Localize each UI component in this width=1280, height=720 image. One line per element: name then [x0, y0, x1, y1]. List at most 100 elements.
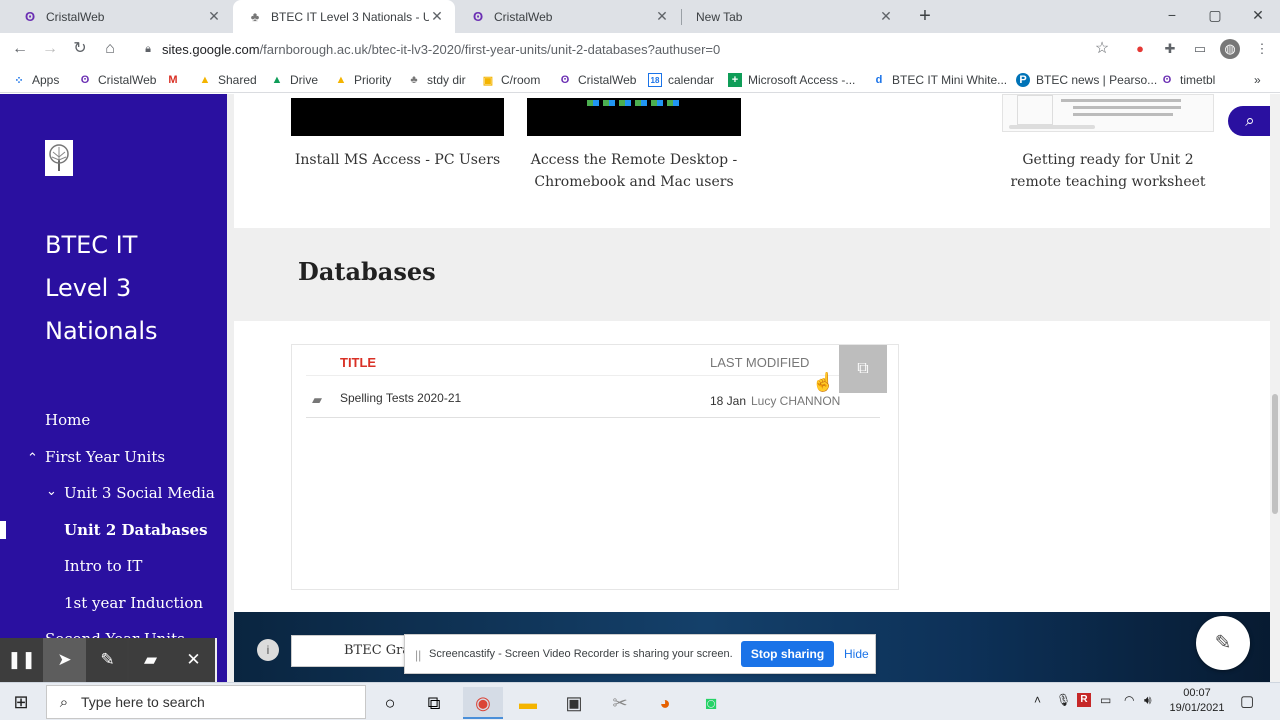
- drive-icon: ▲: [335, 74, 347, 86]
- tree-icon: ♣: [250, 9, 260, 24]
- bookmark-btec-mini[interactable]: d BTEC IT Mini White...: [872, 70, 1008, 90]
- bookmark-priority[interactable]: ▲ Priority: [334, 70, 392, 90]
- stop-sharing-button[interactable]: Stop sharing: [741, 641, 834, 667]
- new-tab-button[interactable]: +: [914, 5, 936, 27]
- card-caption[interactable]: Access the Remote Desktop - Chromebook a…: [527, 149, 741, 193]
- nav-item-unit2-databases[interactable]: Unit 2 Databases: [64, 521, 208, 539]
- bookmarks-overflow[interactable]: »: [1254, 70, 1261, 90]
- nav-item-first-year-units[interactable]: First Year Units: [45, 448, 165, 466]
- lock-icon: 🔒︎: [145, 43, 151, 55]
- nav-item-intro-to-it[interactable]: Intro to IT: [64, 557, 142, 575]
- bookmark-cristalweb-2[interactable]: ʘ CristalWeb: [558, 70, 637, 90]
- bookmark-cristalweb[interactable]: ʘ CristalWeb: [78, 70, 157, 90]
- volume-icon[interactable]: 🔊︎: [1144, 693, 1152, 708]
- open-in-new-button[interactable]: ⧉: [839, 345, 887, 393]
- notifications-icon[interactable]: ▢: [1240, 692, 1254, 710]
- site-logo[interactable]: [45, 140, 73, 176]
- close-icon[interactable]: ✕: [429, 8, 445, 25]
- nav-item-home[interactable]: Home: [45, 411, 90, 429]
- bookmark-apps[interactable]: ⁘ Apps: [12, 70, 59, 90]
- bookmark-calendar[interactable]: 18 calendar: [648, 70, 714, 90]
- tab-new-tab[interactable]: New Tab ✕: [682, 0, 904, 33]
- bookmark-shared[interactable]: ▲ Shared: [198, 70, 257, 90]
- info-icon[interactable]: i: [257, 639, 279, 661]
- close-icon[interactable]: ✕: [654, 8, 670, 25]
- forward-arrow-icon[interactable]: →: [38, 37, 62, 61]
- menu-dots-icon[interactable]: ⋮: [1252, 39, 1272, 59]
- column-header-title[interactable]: TITLE: [340, 355, 376, 370]
- nav-item-unit3-social-media[interactable]: Unit 3 Social Media: [64, 484, 215, 502]
- sharing-message: Screencastify - Screen Video Recorder is…: [429, 648, 733, 660]
- close-toolbar-icon[interactable]: ✕: [172, 638, 215, 682]
- profile-avatar[interactable]: ◍: [1220, 39, 1240, 59]
- bookmark-gmail[interactable]: M: [166, 70, 186, 90]
- microphone-icon[interactable]: 🎙︎: [1056, 693, 1071, 707]
- close-icon[interactable]: ✕: [878, 8, 894, 25]
- tab-btec-unit2[interactable]: ♣ BTEC IT Level 3 Nationals - Unit 2 ✕: [233, 0, 455, 33]
- minimize-button[interactable]: −: [1150, 0, 1194, 32]
- cortana-icon[interactable]: ○: [370, 687, 410, 719]
- home-icon[interactable]: ⌂: [98, 37, 122, 61]
- taskbar-search-box[interactable]: ⌕ Type here to search: [46, 685, 366, 719]
- doc-scrollbar: [1009, 125, 1095, 129]
- card-caption[interactable]: Getting ready for Unit 2 remote teaching…: [1002, 149, 1214, 193]
- snip-tool-icon[interactable]: ✂: [600, 687, 640, 719]
- page-scrollbar[interactable]: [1270, 94, 1280, 682]
- close-icon[interactable]: ✕: [206, 8, 222, 25]
- task-view-icon[interactable]: ⧉: [414, 687, 454, 719]
- bookmark-classroom[interactable]: ▣ C/room: [481, 70, 541, 90]
- tray-chevron-icon[interactable]: ˄: [1034, 693, 1041, 707]
- tab-cristalweb-2[interactable]: ʘ CristalWeb ✕: [456, 0, 680, 33]
- store-icon[interactable]: ▣: [554, 687, 594, 719]
- file-row-owner: Lucy CHANNON: [751, 394, 841, 408]
- scrollbar-thumb[interactable]: [1272, 394, 1278, 514]
- bookmark-drive[interactable]: ▲ Drive: [270, 70, 318, 90]
- document-thumbnail[interactable]: [1002, 94, 1214, 132]
- edit-pencil-button[interactable]: ✎: [1196, 616, 1250, 670]
- nav-item-1st-year-induction[interactable]: 1st year Induction: [64, 594, 203, 612]
- card-caption[interactable]: Install MS Access - PC Users: [291, 149, 504, 171]
- address-bar[interactable]: 🔒︎ sites.google.com/farnborough.ac.uk/bt…: [134, 37, 1124, 62]
- battery-icon[interactable]: ▭: [1100, 693, 1111, 707]
- window-close-button[interactable]: ✕: [1236, 0, 1280, 32]
- wifi-icon[interactable]: ◠: [1124, 693, 1134, 707]
- back-arrow-icon[interactable]: ←: [8, 37, 32, 61]
- drive-icon: ▲: [271, 74, 283, 86]
- screencastify-ext-icon[interactable]: ●: [1130, 39, 1150, 59]
- chrome-taskbar-icon[interactable]: ◉: [463, 687, 503, 719]
- chevron-down-icon[interactable]: ⌄: [46, 483, 57, 499]
- video-thumbnail[interactable]: [291, 98, 504, 136]
- column-header-last-modified[interactable]: LAST MODIFIED: [710, 355, 809, 370]
- search-button[interactable]: ⌕: [1228, 106, 1272, 136]
- whatsapp-icon[interactable]: ◙: [691, 687, 731, 719]
- main-content: Install MS Access - PC Users Access the …: [234, 94, 1280, 682]
- reload-icon[interactable]: ↻: [68, 37, 92, 61]
- pen-icon[interactable]: ✎: [86, 638, 129, 682]
- system-clock[interactable]: 00:07 19/01/2021: [1166, 686, 1228, 716]
- tab-cristalweb-1[interactable]: ʘ CristalWeb ✕: [8, 0, 232, 33]
- cristalweb-icon: ʘ: [560, 74, 570, 86]
- star-icon[interactable]: ☆: [1092, 39, 1112, 59]
- cast-icon[interactable]: ▭: [1190, 39, 1210, 59]
- bookmark-timetbl[interactable]: ʘ timetbl: [1160, 70, 1216, 90]
- file-explorer-icon[interactable]: ▬: [508, 687, 548, 719]
- eraser-icon[interactable]: ▰: [129, 638, 172, 682]
- bookmark-stdy-dir[interactable]: ♣ stdy dir: [407, 70, 465, 90]
- bookmark-btec-news[interactable]: P BTEC news | Pearso...: [1016, 70, 1157, 90]
- pause-icon[interactable]: ❚❚: [0, 638, 43, 682]
- chevron-up-icon[interactable]: ⌃: [27, 450, 38, 466]
- video-thumbnail[interactable]: [527, 98, 741, 136]
- site-title[interactable]: BTEC IT Level 3 Nationals: [45, 224, 215, 353]
- pointer-cursor-icon[interactable]: ➤: [43, 638, 86, 682]
- maximize-button[interactable]: ▢: [1193, 0, 1237, 32]
- hide-link[interactable]: Hide: [844, 647, 869, 661]
- app-tray-r-icon[interactable]: R: [1077, 693, 1091, 707]
- puzzle-icon[interactable]: ✚: [1160, 39, 1180, 59]
- windows-start-icon[interactable]: ⊞: [10, 691, 32, 713]
- page-viewport: BTEC IT Level 3 Nationals Home ⌃ First Y…: [0, 94, 1280, 682]
- drag-handle-icon[interactable]: ||: [415, 648, 421, 662]
- firefox-icon[interactable]: ◕: [645, 687, 685, 719]
- file-row-name[interactable]: Spelling Tests 2020-21: [340, 391, 461, 405]
- open-external-icon: ⧉: [857, 360, 869, 377]
- bookmark-ms-access[interactable]: + Microsoft Access -...: [728, 70, 855, 90]
